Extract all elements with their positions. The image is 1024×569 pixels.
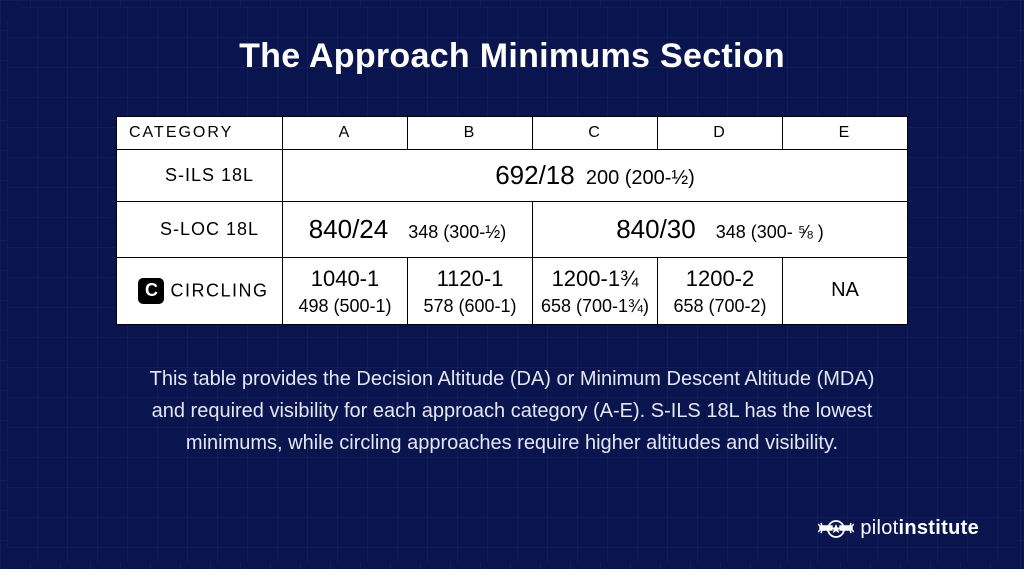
- circling-c-top: 1200-1¾: [533, 264, 657, 294]
- page-title: The Approach Minimums Section: [239, 37, 785, 76]
- circling-b-bot: 578 (600-1): [408, 294, 532, 318]
- circling-a-top: 1040-1: [283, 264, 407, 294]
- row-loc-right: 840/30 348 (300- ⅝ ): [533, 202, 908, 258]
- wings-badge-icon: [818, 518, 854, 540]
- ils-value-big: 692/18: [495, 160, 575, 190]
- circling-c-bot: 658 (700-1¾): [533, 294, 657, 318]
- header-col-e: E: [783, 117, 908, 150]
- loc-left-small: 348 (300-½): [408, 222, 506, 242]
- circling-cell-c: 1200-1¾ 658 (700-1¾): [533, 258, 658, 325]
- loc-left-big: 840/24: [309, 214, 389, 244]
- header-col-c: C: [533, 117, 658, 150]
- brand-name-light: pilot: [860, 517, 898, 539]
- row-ils-value: 692/18 200 (200-½): [283, 150, 908, 202]
- circling-cell-b: 1120-1 578 (600-1): [408, 258, 533, 325]
- circling-badge-icon: C: [138, 278, 164, 304]
- minimums-table: CATEGORY A B C D E S-ILS 18L 692/18 200 …: [116, 116, 908, 325]
- ils-value-small: 200 (200-½): [586, 167, 695, 189]
- row-circling-label: C CIRCLING: [117, 258, 283, 325]
- brand-logo: pilotinstitute: [818, 517, 979, 540]
- circling-cell-d: 1200-2 658 (700-2): [658, 258, 783, 325]
- row-circling: C CIRCLING 1040-1 498 (500-1) 1120-1 578 …: [117, 258, 908, 325]
- header-col-b: B: [408, 117, 533, 150]
- info-card: The Approach Minimums Section CATEGORY A…: [7, 7, 1017, 562]
- loc-right-small: 348 (300- ⅝ ): [716, 222, 824, 242]
- table-header-row: CATEGORY A B C D E: [117, 117, 908, 150]
- row-loc-left: 840/24 348 (300-½): [283, 202, 533, 258]
- circling-a-bot: 498 (500-1): [283, 294, 407, 318]
- row-ils: S-ILS 18L 692/18 200 (200-½): [117, 150, 908, 202]
- row-loc: S-LOC 18L 840/24 348 (300-½) 840/30 348 …: [117, 202, 908, 258]
- header-col-d: D: [658, 117, 783, 150]
- row-loc-label: S-LOC 18L: [117, 202, 283, 258]
- loc-right-big: 840/30: [616, 214, 696, 244]
- header-col-a: A: [283, 117, 408, 150]
- circling-d-bot: 658 (700-2): [658, 294, 782, 318]
- brand-text: pilotinstitute: [860, 517, 979, 540]
- circling-cell-e: NA: [783, 258, 908, 325]
- circling-d-top: 1200-2: [658, 264, 782, 294]
- row-ils-label: S-ILS 18L: [117, 150, 283, 202]
- circling-cell-a: 1040-1 498 (500-1): [283, 258, 408, 325]
- circling-label-text: CIRCLING: [170, 280, 268, 300]
- circling-b-top: 1120-1: [408, 264, 532, 294]
- header-category: CATEGORY: [117, 117, 283, 150]
- description-text: This table provides the Decision Altitud…: [142, 363, 882, 459]
- brand-name-bold: institute: [899, 517, 979, 539]
